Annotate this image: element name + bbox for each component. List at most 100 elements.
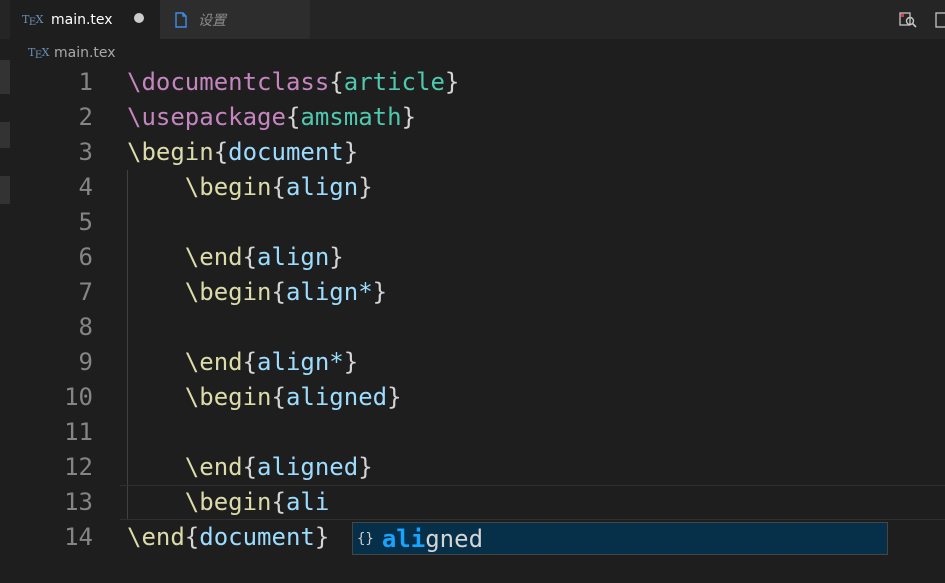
line-number: 14 bbox=[64, 523, 93, 551]
line-number: 13 bbox=[64, 488, 93, 516]
code-editor[interactable]: 1 \documentclass{article} 2 \usepackage{ams… bbox=[0, 65, 945, 583]
code-line[interactable]: 10 \begin{aligned} bbox=[0, 380, 945, 415]
line-code: \begin{align*} bbox=[127, 275, 387, 310]
line-number: 2 bbox=[78, 103, 93, 131]
line-number: 8 bbox=[78, 313, 93, 341]
breadcrumb-file: main.tex bbox=[54, 45, 116, 61]
code-token: } bbox=[343, 138, 359, 166]
code-line[interactable]: 8 bbox=[0, 310, 945, 345]
code-token: } bbox=[358, 453, 373, 481]
suggestion-text: aligned bbox=[382, 525, 483, 553]
line-code: \begin{document} bbox=[127, 135, 358, 170]
tab-bar: TEX main.tex 设置 bbox=[0, 0, 945, 39]
line-code: \documentclass{article} bbox=[127, 65, 459, 100]
autocomplete-suggestion[interactable]: {} aligned bbox=[352, 522, 888, 555]
code-token: } bbox=[444, 68, 460, 96]
line-number: 7 bbox=[78, 278, 93, 306]
tex-icon: TEX bbox=[28, 46, 50, 61]
code-token: { bbox=[242, 453, 258, 481]
line-code: \begin{align} bbox=[127, 170, 373, 205]
code-token: aligned bbox=[285, 383, 388, 411]
line-number: 12 bbox=[64, 453, 93, 481]
code-token: document bbox=[199, 523, 315, 551]
line-code: \end{align} bbox=[127, 240, 344, 275]
code-token: \begin bbox=[127, 173, 272, 201]
code-token: \end bbox=[127, 348, 243, 376]
line-number: 6 bbox=[78, 243, 93, 271]
suggestion-rest: gned bbox=[425, 524, 484, 553]
code-token: align* bbox=[285, 278, 373, 306]
code-token: } bbox=[343, 348, 359, 376]
code-token: } bbox=[372, 278, 388, 306]
code-token: { bbox=[213, 138, 229, 166]
line-number: 5 bbox=[78, 208, 93, 236]
code-token: article bbox=[343, 68, 445, 96]
line-code: \end{document} bbox=[127, 520, 329, 555]
split-editor-icon[interactable] bbox=[934, 10, 945, 30]
code-token: } bbox=[358, 173, 373, 201]
line-code: \end{aligned} bbox=[127, 450, 373, 485]
line-code: \end{align*} bbox=[127, 345, 358, 380]
code-token: } bbox=[401, 103, 417, 131]
line-number: 3 bbox=[78, 138, 93, 166]
code-token: ali bbox=[285, 488, 330, 516]
code-token: aligned bbox=[257, 453, 359, 481]
code-token: document bbox=[228, 138, 344, 166]
code-token: { bbox=[329, 68, 344, 96]
line-number: 11 bbox=[64, 418, 93, 446]
code-token: { bbox=[271, 278, 286, 306]
code-line[interactable]: 7 \begin{align*} bbox=[0, 275, 945, 310]
code-line[interactable]: 5 bbox=[0, 205, 945, 240]
file-icon bbox=[175, 11, 187, 28]
open-preview-icon[interactable] bbox=[898, 10, 918, 30]
line-number: 1 bbox=[78, 68, 93, 96]
tab-main-tex[interactable]: TEX main.tex bbox=[10, 0, 160, 39]
snippet-braces-icon: {} bbox=[357, 530, 374, 547]
code-line[interactable]: 3 \begin{document} bbox=[0, 135, 945, 170]
code-token: \end bbox=[127, 523, 185, 551]
code-token: align bbox=[257, 243, 330, 271]
code-token: \end bbox=[127, 243, 243, 271]
code-token: } bbox=[314, 523, 330, 551]
breadcrumb[interactable]: TEX main.tex bbox=[28, 42, 116, 64]
code-token: \begin bbox=[127, 488, 272, 516]
unsaved-dot-icon[interactable] bbox=[134, 13, 144, 23]
code-token: \begin bbox=[127, 383, 272, 411]
code-token: { bbox=[285, 103, 301, 131]
code-token: } bbox=[329, 243, 344, 271]
tab-label: main.tex bbox=[51, 11, 113, 28]
code-token: align bbox=[285, 173, 359, 201]
code-token: { bbox=[242, 243, 258, 271]
code-token: align* bbox=[257, 348, 344, 376]
code-line[interactable]: 6 \end{align} bbox=[0, 240, 945, 275]
code-line[interactable]: 13 \begin{ali bbox=[0, 485, 945, 520]
line-number: 9 bbox=[78, 348, 93, 376]
code-token: amsmath bbox=[300, 103, 402, 131]
code-token: \begin bbox=[127, 138, 214, 166]
code-token: \usepackage bbox=[127, 103, 286, 131]
code-line[interactable]: 12 \end{aligned} bbox=[0, 450, 945, 485]
code-line[interactable]: 11 bbox=[0, 415, 945, 450]
code-token: { bbox=[242, 348, 258, 376]
code-line[interactable]: 9 \end{align*} bbox=[0, 345, 945, 380]
code-token: { bbox=[184, 523, 200, 551]
code-token: \documentclass bbox=[127, 68, 330, 96]
line-number: 4 bbox=[78, 173, 93, 201]
code-token: { bbox=[271, 488, 286, 516]
line-code: \usepackage{amsmath} bbox=[127, 100, 416, 135]
code-line[interactable]: 2 \usepackage{amsmath} bbox=[0, 100, 945, 135]
code-token: \begin bbox=[127, 278, 272, 306]
code-line[interactable]: 4 \begin{align} bbox=[0, 170, 945, 205]
suggestion-match: ali bbox=[381, 524, 426, 553]
code-token: { bbox=[271, 383, 286, 411]
line-code: \begin{aligned} bbox=[127, 380, 402, 415]
tex-icon: TEX bbox=[22, 12, 44, 28]
code-token: \end bbox=[127, 453, 243, 481]
tab-label: 设置 bbox=[198, 12, 226, 29]
code-token: } bbox=[387, 383, 402, 411]
tab-settings[interactable]: 设置 bbox=[160, 0, 310, 39]
code-token: { bbox=[271, 173, 286, 201]
line-number: 10 bbox=[64, 383, 93, 411]
line-code: \begin{ali bbox=[127, 485, 330, 520]
code-line[interactable]: 1 \documentclass{article} bbox=[0, 65, 945, 100]
